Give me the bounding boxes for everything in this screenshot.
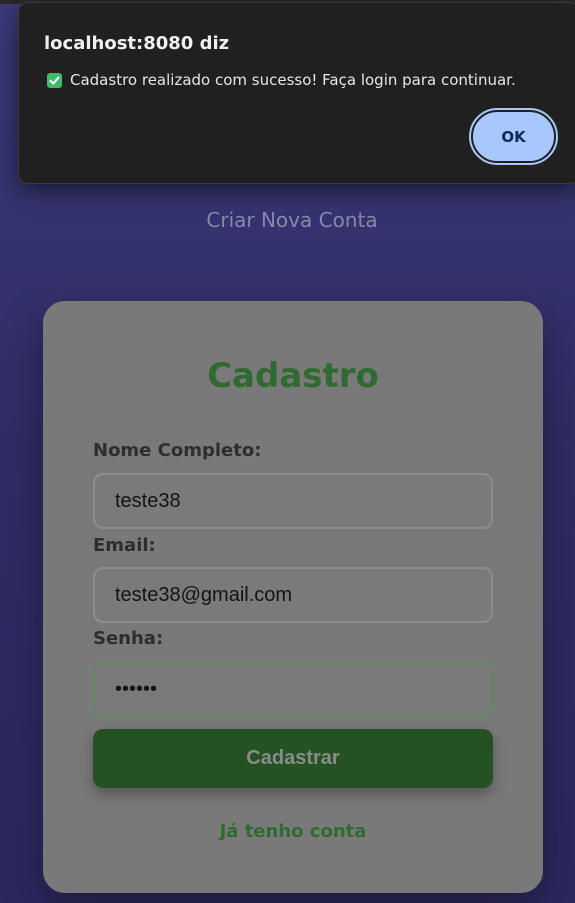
check-box-icon <box>47 72 62 88</box>
dialog-message-text: Cadastro realizado com sucesso! Faça log… <box>70 71 516 89</box>
register-card: Cadastro Nome Completo: teste38 Email: t… <box>43 301 543 893</box>
password-input[interactable]: •••••• <box>93 661 493 717</box>
name-input[interactable]: teste38 <box>93 473 493 529</box>
password-label: Senha: <box>93 628 164 649</box>
dialog-message: Cadastro realizado com sucesso! Faça log… <box>47 71 516 89</box>
form-title: Cadastro <box>207 356 379 396</box>
dialog-title: localhost:8080 diz <box>44 33 230 54</box>
ok-button[interactable]: OK <box>469 108 558 165</box>
email-input-value: teste38@gmail.com <box>115 583 293 606</box>
register-button[interactable]: Cadastrar <box>93 729 493 788</box>
password-input-value: •••••• <box>115 677 158 700</box>
login-link[interactable]: Já tenho conta <box>43 821 543 842</box>
name-input-value: teste38 <box>115 489 181 512</box>
alert-dialog: localhost:8080 diz Cadastro realizado co… <box>18 2 575 184</box>
email-label: Email: <box>93 535 156 556</box>
name-label: Nome Completo: <box>93 440 262 461</box>
email-input[interactable]: teste38@gmail.com <box>93 567 493 623</box>
page-subtitle: Criar Nova Conta <box>206 208 378 232</box>
